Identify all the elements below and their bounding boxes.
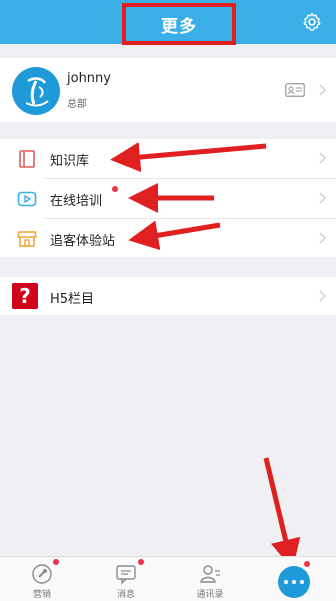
menu-item-label: 在线培训: [50, 194, 103, 209]
microphone-icon: [32, 564, 52, 584]
menu-item-experience-station[interactable]: 追客体验站: [0, 219, 336, 258]
more-dots-icon[interactable]: [278, 566, 310, 598]
chevron-right-icon: [314, 232, 326, 244]
id-card-icon[interactable]: [285, 83, 305, 97]
chevron-right-icon: [314, 192, 326, 204]
help-icon: ?: [12, 283, 38, 309]
avatar: [12, 67, 60, 115]
menu-item-label: 知识库: [50, 154, 90, 169]
chevron-right-icon: [314, 152, 326, 164]
user-name: johnny: [67, 71, 111, 86]
chevron-right-icon: [314, 290, 326, 302]
tab-label: 通讯录: [196, 590, 224, 600]
profile-card[interactable]: johnny 总部: [0, 58, 336, 122]
tab-label: 消息: [116, 590, 135, 600]
store-icon: [17, 231, 37, 247]
menu-item-label: 追客体验站: [50, 234, 116, 249]
tab-marketing[interactable]: 营销: [12, 557, 72, 601]
contacts-icon: [200, 565, 220, 583]
tab-contacts[interactable]: 通讯录: [180, 557, 240, 601]
notification-dot: [304, 561, 310, 567]
top-header: 更多: [0, 0, 336, 45]
menu-item-online-training[interactable]: 在线培训: [0, 179, 336, 218]
notification-dot: [53, 559, 59, 565]
page-title-text: 更多: [161, 16, 197, 37]
chevron-right-icon: [314, 84, 326, 96]
notification-dot: [138, 559, 144, 565]
h5-column-label: H5栏目: [50, 292, 95, 307]
user-org: 总部: [67, 99, 87, 110]
gear-icon[interactable]: [302, 12, 322, 32]
video-icon: [17, 191, 37, 207]
avatar-logo-icon: [25, 77, 49, 107]
page-title: 更多: [122, 3, 236, 45]
tab-label: 营销: [32, 590, 51, 600]
tab-messages[interactable]: 消息: [96, 557, 156, 601]
book-icon: [19, 150, 35, 168]
menu-item-knowledge-base[interactable]: 知识库: [0, 139, 336, 178]
message-icon: [116, 565, 136, 585]
h5-column-item[interactable]: ? H5栏目: [0, 277, 336, 315]
arrow-more: [263, 457, 301, 570]
notification-dot: [112, 186, 118, 192]
feature-menu: 知识库 在线培训 追客体验站: [0, 139, 336, 257]
